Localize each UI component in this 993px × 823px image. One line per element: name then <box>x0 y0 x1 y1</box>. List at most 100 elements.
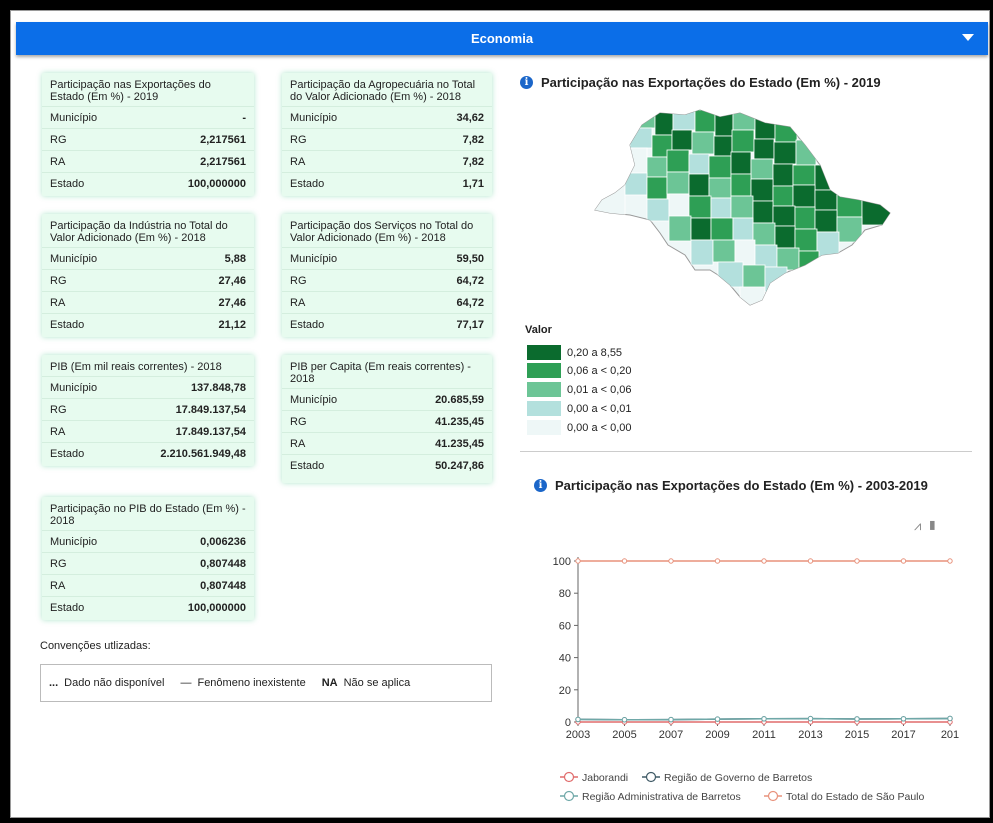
row-label: Estado <box>290 459 325 472</box>
data-point[interactable] <box>575 558 581 564</box>
row-value: 2.210.561.949,48 <box>160 447 246 460</box>
row-label: RG <box>50 403 67 416</box>
chart-legend-item[interactable]: Região de Governo de Barretos <box>642 771 812 784</box>
row-value: 2,217561 <box>200 155 246 168</box>
legend-item[interactable]: 0,01 a < 0,06 <box>527 381 632 398</box>
legend-title: Valor <box>525 324 552 336</box>
card-title: Participação da Indústria no Total do Va… <box>50 220 228 244</box>
row-label: Estado <box>290 177 325 190</box>
legend-marker <box>563 771 575 783</box>
row-value: 27,46 <box>218 274 246 287</box>
legend-label: 0,00 a < 0,01 <box>567 402 632 415</box>
row-value: 64,72 <box>456 274 484 287</box>
card-row: Município 0,006236 <box>42 530 254 552</box>
data-point[interactable] <box>621 558 628 564</box>
row-value: 21,12 <box>218 318 246 331</box>
card-row: RA 7,82 <box>282 150 492 172</box>
chart-legend-item[interactable]: Total do Estado de São Paulo <box>764 790 925 803</box>
convention-text: Fenômeno inexistente <box>197 677 306 689</box>
row-label: Município <box>290 393 338 406</box>
x-tick-label: 2011 <box>752 729 776 741</box>
map-title: i Participação nas Exportações do Estado… <box>520 75 881 90</box>
data-point[interactable] <box>668 716 674 723</box>
data-point[interactable] <box>947 558 953 564</box>
data-point[interactable] <box>668 558 674 564</box>
data-point[interactable] <box>807 715 814 722</box>
row-value: 100,000000 <box>187 177 246 190</box>
x-tick-label: 2009 <box>705 729 729 741</box>
y-tick-label: 80 <box>559 588 571 600</box>
legend-item[interactable]: 0,20 a 8,55 <box>527 344 622 361</box>
legend-item[interactable]: 0,06 a < 0,20 <box>527 362 632 379</box>
conventions-box: ... Dado não disponível — Fenômeno inexi… <box>40 664 492 702</box>
data-point[interactable] <box>714 558 721 564</box>
legend-label: 0,01 a < 0,06 <box>567 383 632 396</box>
card-title: Participação nas Exportações do Estado (… <box>50 79 211 103</box>
convention-symbol: NA <box>321 677 338 689</box>
x-tick-label: 2017 <box>891 729 915 741</box>
card-row: Estado 100,000000 <box>42 172 254 194</box>
y-tick-label: 0 <box>565 717 571 729</box>
bar-chart-toggle-icon[interactable]: ▮ <box>927 518 943 533</box>
section-title: Economia <box>470 31 534 46</box>
row-value: 2,217561 <box>200 133 246 146</box>
data-point[interactable] <box>761 558 767 564</box>
data-point[interactable] <box>714 716 721 722</box>
section-header[interactable]: Economia <box>16 22 988 55</box>
card-row: Município 5,88 <box>42 247 254 269</box>
card-row: Município 59,50 <box>282 247 492 269</box>
card-exportacoes: Participação nas Exportações do Estado (… <box>42 73 254 196</box>
legend-series-name: Região de Governo de Barretos <box>664 772 812 784</box>
row-label: Estado <box>50 318 85 331</box>
data-point[interactable] <box>854 558 860 564</box>
info-icon[interactable]: i <box>534 479 547 492</box>
card-servicos: Participação dos Serviços no Total do Va… <box>282 214 492 337</box>
row-label: RA <box>50 296 66 309</box>
row-value: 1,71 <box>462 177 484 190</box>
card-row: Estado 100,000000 <box>42 596 254 618</box>
chart-legend-item[interactable]: Região Administrativa de Barretos <box>560 790 741 803</box>
info-icon[interactable]: i <box>520 76 533 89</box>
card-row: RA 64,72 <box>282 291 492 313</box>
data-point[interactable] <box>947 715 953 722</box>
data-point[interactable] <box>854 716 860 722</box>
data-point[interactable] <box>807 558 814 564</box>
row-label: RA <box>290 437 306 450</box>
card-title: PIB (Em mil reais correntes) - 2018 <box>50 361 222 373</box>
x-tick-label: 201 <box>941 729 959 741</box>
row-label: Estado <box>290 318 325 331</box>
card-row: Estado 2.210.561.949,48 <box>42 442 254 464</box>
line-chart-toggle-icon[interactable]: ⩘ <box>914 518 927 533</box>
convention-symbol: — <box>180 677 192 689</box>
data-point[interactable] <box>900 558 907 564</box>
data-point[interactable] <box>761 716 767 722</box>
data-point[interactable] <box>575 716 581 723</box>
row-value: 64,72 <box>456 296 484 309</box>
legend-item[interactable]: 0,00 a < 0,00 <box>527 419 632 436</box>
data-point[interactable] <box>621 717 628 723</box>
row-label: RA <box>290 296 306 309</box>
sao-paulo-map[interactable] <box>590 105 900 310</box>
chart-toolbox: ⩘▮ <box>914 518 943 534</box>
section-divider <box>520 451 972 452</box>
legend-series-name: Jaborandi <box>582 772 628 784</box>
row-label: RG <box>290 133 307 146</box>
card-row: Município 20.685,59 <box>282 388 492 410</box>
collapse-caret-icon[interactable] <box>962 34 974 41</box>
convention-symbol: ... <box>49 677 59 689</box>
row-label: RA <box>50 425 66 438</box>
row-value: 7,82 <box>462 133 484 146</box>
legend-item[interactable]: 0,00 a < 0,01 <box>527 400 632 417</box>
row-value: 34,62 <box>456 111 484 124</box>
card-row: RA 27,46 <box>42 291 254 313</box>
chart-legend-item[interactable]: Jaborandi <box>560 771 628 784</box>
x-tick-label: 2005 <box>612 729 636 741</box>
data-point[interactable] <box>900 716 907 722</box>
card-row: RG 2,217561 <box>42 128 254 150</box>
card-industria: Participação da Indústria no Total do Va… <box>42 214 254 337</box>
line-chart: 0 20 40 60 80 100 2003 2005 2007 2009 2011 2013 2015… <box>553 556 960 803</box>
legend-series-name: Região Administrativa de Barretos <box>582 791 741 803</box>
card-row: RG 27,46 <box>42 269 254 291</box>
row-label: RG <box>50 557 67 570</box>
y-tick-label: 100 <box>553 556 571 568</box>
